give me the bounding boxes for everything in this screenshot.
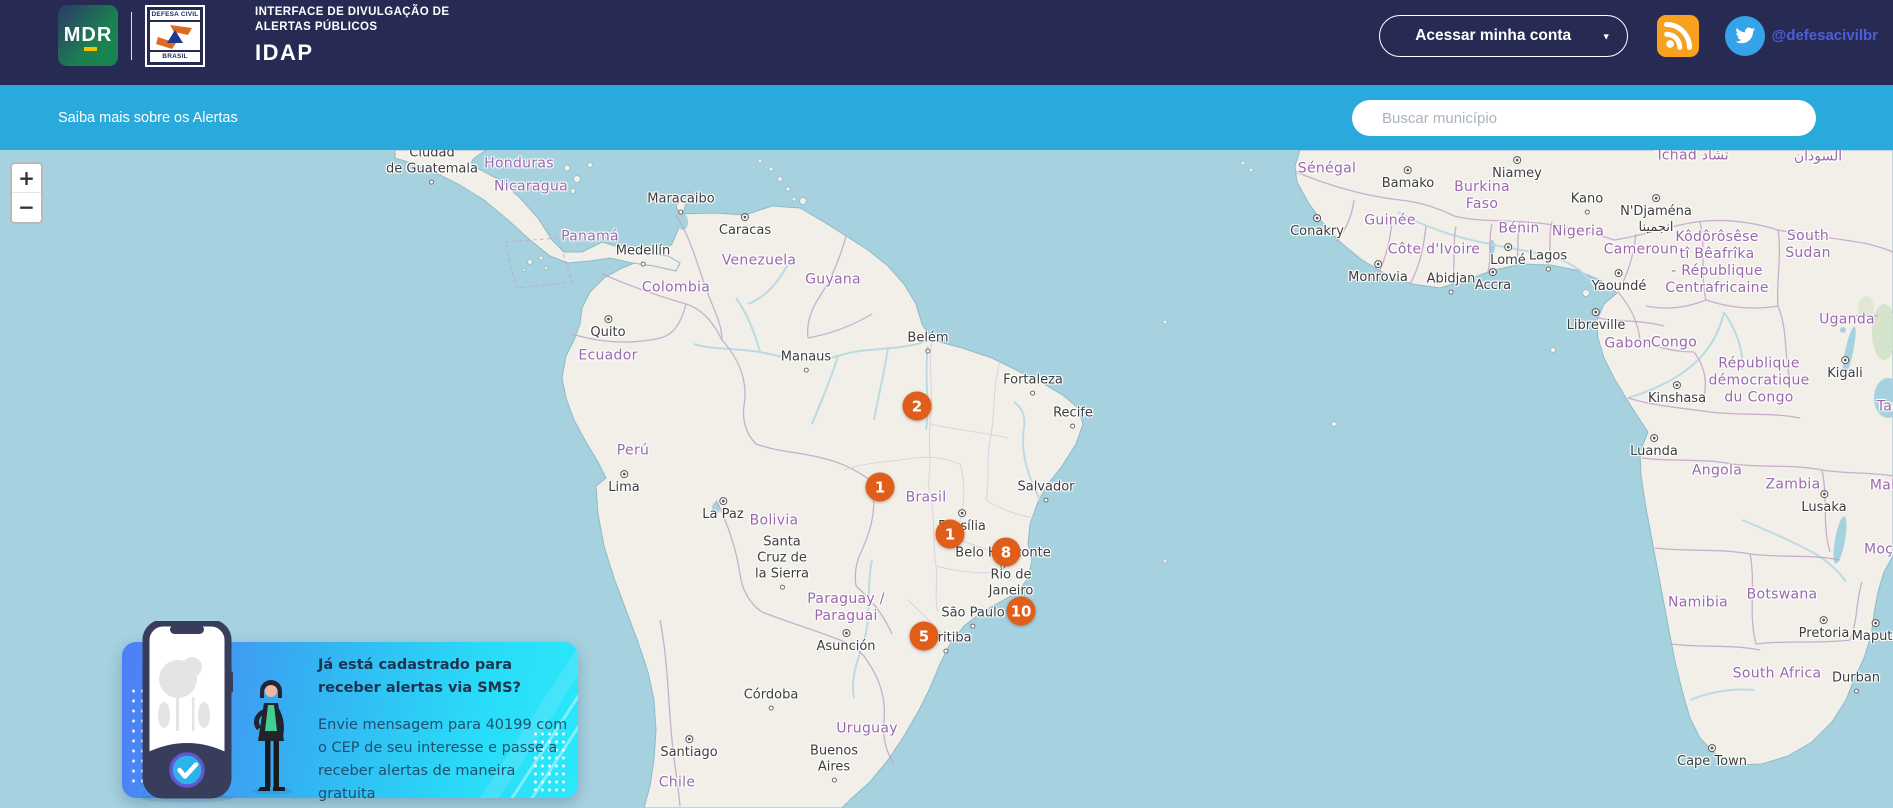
- saiba-mais-link[interactable]: Saiba mais sobre os Alertas: [58, 110, 238, 126]
- cluster-marker[interactable]: 8: [992, 538, 1021, 567]
- header-divider: [131, 12, 132, 60]
- zoom-in-button[interactable]: +: [12, 164, 41, 193]
- mdr-logo-underline: [84, 47, 97, 51]
- defesa-civil-logo: DEFESA CIVIL BRASIL: [145, 5, 205, 67]
- cluster-marker[interactable]: 1: [866, 473, 895, 502]
- mdr-logo: MDR: [58, 5, 118, 66]
- app-title-line2: ALERTAS PÚBLICOS: [255, 20, 449, 35]
- app-acronym: IDAP: [255, 40, 449, 66]
- rss-glyph-icon: [1663, 21, 1693, 51]
- app-title-block: INTERFACE DE DIVULGAÇÃO DE ALERTAS PÚBLI…: [255, 5, 449, 66]
- cluster-marker[interactable]: 1: [936, 520, 965, 549]
- defesa-civil-emblem: [150, 22, 200, 50]
- cluster-marker[interactable]: 10: [1007, 597, 1036, 626]
- rss-icon[interactable]: [1657, 15, 1699, 57]
- sms-promo-banner: Já está cadastrado para receber alertas …: [122, 642, 578, 798]
- cluster-marker[interactable]: 5: [910, 622, 939, 651]
- twitter-icon[interactable]: [1725, 16, 1765, 56]
- banner-body: Envie mensagem para 40199 com o CEP de s…: [318, 714, 576, 806]
- zoom-out-button[interactable]: −: [12, 193, 41, 222]
- cluster-marker[interactable]: 2: [903, 392, 932, 421]
- defesa-civil-emblem-icon: [156, 23, 194, 49]
- header-actions: Acessar minha conta ▼ @defesacivilbr: [1379, 15, 1878, 57]
- subheader-bar: Saiba mais sobre os Alertas: [0, 85, 1893, 150]
- map-zoom-control: + −: [10, 162, 43, 224]
- chevron-down-icon: ▼: [1602, 31, 1611, 41]
- top-header: MDR DEFESA CIVIL BRASIL INTERFACE DE DIV…: [0, 0, 1893, 85]
- twitter-handle-link[interactable]: @defesacivilbr: [1772, 27, 1878, 44]
- defesa-civil-logo-top-text: DEFESA CIVIL: [150, 10, 200, 20]
- mdr-logo-text: MDR: [64, 24, 113, 47]
- map-canvas[interactable]: Ciudad de GuatemalaHondurasNicaraguaMara…: [0, 150, 1893, 808]
- search-municipio-input[interactable]: [1352, 100, 1816, 136]
- banner-headline: Já está cadastrado para receber alertas …: [318, 654, 576, 700]
- app-title-line1: INTERFACE DE DIVULGAÇÃO DE: [255, 5, 449, 20]
- banner-text-block: Já está cadastrado para receber alertas …: [318, 654, 576, 806]
- twitter-bird-icon: [1733, 24, 1757, 48]
- idap-page: MDR DEFESA CIVIL BRASIL INTERFACE DE DIV…: [0, 0, 1893, 808]
- account-button[interactable]: Acessar minha conta ▼: [1379, 15, 1628, 57]
- account-button-label: Acessar minha conta: [1415, 27, 1571, 45]
- defesa-civil-logo-bottom-text: BRASIL: [150, 52, 200, 62]
